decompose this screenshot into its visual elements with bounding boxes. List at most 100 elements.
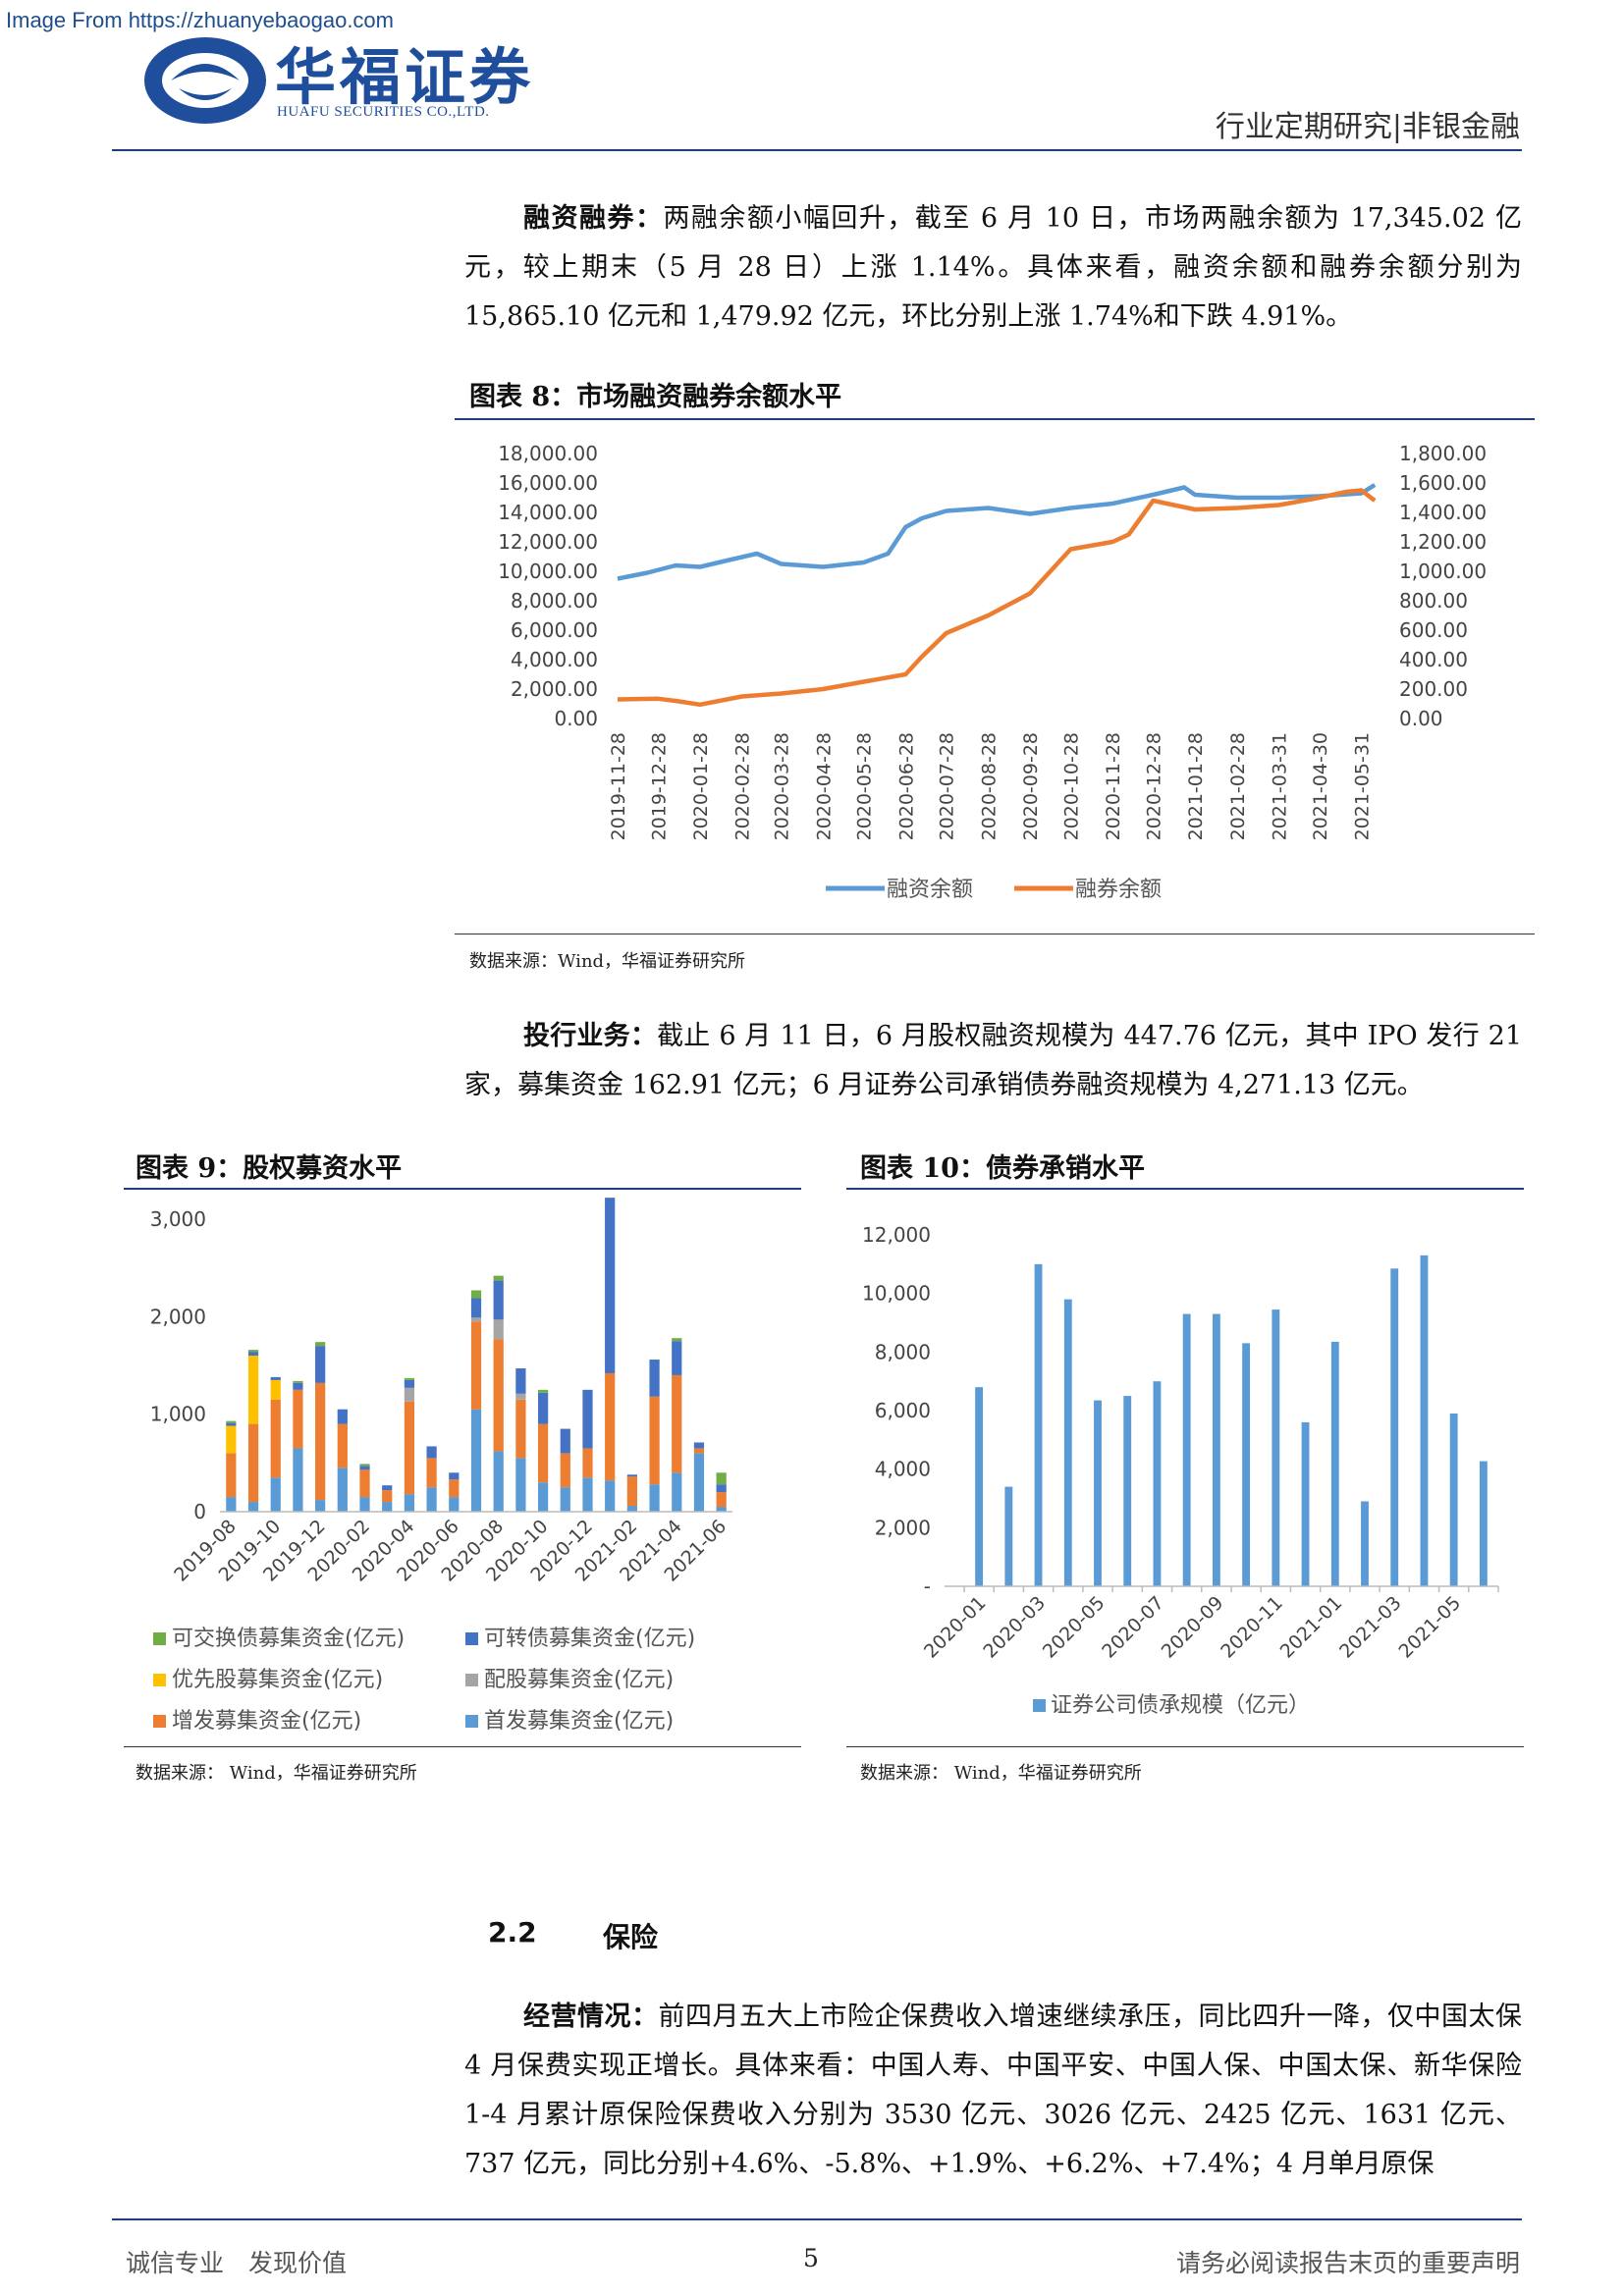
stacked-bar-segment <box>315 1382 326 1501</box>
stacked-bar-segment <box>404 1401 415 1495</box>
stacked-bar-segment <box>449 1472 460 1480</box>
stacked-bar-segment <box>270 1477 281 1512</box>
x-tick-label: 2020-05-28 <box>854 732 876 840</box>
x-tick-label: 2020-12-28 <box>1143 732 1164 840</box>
stacked-bar-segment <box>515 1458 526 1512</box>
y-left-tick-label: 0.00 <box>554 707 598 730</box>
stacked-bar-segment <box>515 1367 526 1394</box>
stacked-bar-segment <box>470 1298 482 1318</box>
stacked-bar-segment <box>315 1500 326 1512</box>
y-left-tick-label: 14,000.00 <box>498 501 598 524</box>
bar <box>1361 1501 1369 1586</box>
stacked-bar-segment <box>716 1472 727 1485</box>
x-tick-label: 2020-11 <box>1217 1592 1287 1663</box>
bar <box>1301 1421 1310 1586</box>
stacked-bar-segment <box>582 1448 593 1478</box>
legend-label: 可交换债募集资金(亿元) <box>172 1627 405 1651</box>
stacked-bar-segment <box>649 1396 660 1485</box>
stacked-bar-segment <box>470 1321 482 1410</box>
logo-chinese-name: 华福证券 <box>275 41 535 113</box>
y-tick-label: - <box>924 1575 931 1598</box>
stacked-bar-segment <box>582 1389 593 1449</box>
bar <box>1330 1341 1339 1586</box>
bar <box>1272 1309 1280 1586</box>
x-tick-label: 2020-01-28 <box>690 732 712 840</box>
y-left-tick-label: 16,000.00 <box>498 471 598 495</box>
x-tick-label: 2020-01 <box>920 1592 991 1663</box>
x-tick-label: 2021-01-28 <box>1185 732 1207 840</box>
x-tick-label: 2020-10-28 <box>1060 732 1082 840</box>
stacked-bar-segment <box>337 1423 348 1468</box>
stacked-bar-segment <box>537 1423 549 1483</box>
footer-slogan: 诚信专业 发现价值 <box>126 2249 348 2277</box>
y-left-tick-label: 12,000.00 <box>498 530 598 554</box>
bar <box>1212 1313 1220 1586</box>
figure-10-bottom-rule <box>846 1746 1524 1747</box>
stacked-bar-segment <box>560 1453 570 1488</box>
bar <box>1153 1381 1162 1586</box>
y-tick-label: 6,000 <box>875 1399 931 1422</box>
stacked-bar-segment <box>672 1338 682 1342</box>
x-tick-label: 2019-12-28 <box>648 732 670 840</box>
x-tick-label: 2020-08-28 <box>978 732 1000 840</box>
legend-label: 融资余额 <box>887 878 973 902</box>
figure-9-source: 数据来源： Wind，华福证券研究所 <box>135 1763 417 1784</box>
y-tick-label: 0 <box>193 1500 206 1523</box>
paragraph-lead: 投行业务： <box>523 1021 658 1051</box>
figure-8-top-rule <box>455 418 1535 420</box>
bar <box>1449 1413 1458 1586</box>
header-divider <box>112 149 1522 151</box>
section-number: 2.2 <box>488 1916 537 1949</box>
bar <box>975 1387 984 1586</box>
legend-label: 优先股募集资金(亿元) <box>172 1668 383 1692</box>
legend-label: 配股募集资金(亿元) <box>484 1668 674 1692</box>
stacked-bar-segment <box>247 1423 259 1503</box>
y-left-tick-label: 8,000.00 <box>511 589 598 613</box>
bond-underwriting-bar-chart: 12,000 10,000 8,000 6,000 4,000 2,000 -2020-01… <box>862 1223 1499 1718</box>
stacked-bar-segment <box>337 1409 348 1424</box>
stacked-bar-segment <box>672 1374 682 1473</box>
figure-10-top-rule <box>846 1188 1524 1190</box>
stacked-bar-segment <box>293 1389 303 1449</box>
stacked-bar-segment <box>626 1474 637 1477</box>
x-tick-label: 2019-11-28 <box>608 732 629 840</box>
stacked-bar-segment <box>247 1356 259 1424</box>
stacked-bar-segment <box>493 1319 504 1340</box>
y-right-tick-label: 600.00 <box>1399 618 1468 642</box>
y-right-tick-label: 800.00 <box>1399 589 1468 613</box>
stacked-bar-segment <box>605 1198 616 1373</box>
x-tick-label: 2021-04-30 <box>1310 732 1331 840</box>
stacked-bar-segment <box>226 1497 237 1512</box>
figure-8-source: 数据来源：Wind，华福证券研究所 <box>469 951 746 972</box>
y-tick-label: 8,000 <box>875 1340 931 1363</box>
stacked-bar-segment <box>382 1502 393 1512</box>
equity-financing-stacked-bar-chart: 3,0002,0001,00002019-082019-102019-12202… <box>150 1198 732 1734</box>
y-left-tick-label: 18,000.00 <box>498 442 598 465</box>
x-tick-label: 2021-01 <box>1276 1592 1347 1663</box>
x-tick-label: 2021-03 <box>1335 1592 1406 1663</box>
stacked-bar-segment <box>426 1446 437 1459</box>
legend-label: 首发募集资金(亿元) <box>484 1709 674 1734</box>
stacked-bar-segment <box>226 1420 237 1423</box>
stacked-bar-segment <box>470 1290 482 1299</box>
x-tick-label: 2021-03-31 <box>1269 732 1290 840</box>
bar <box>1390 1268 1399 1586</box>
legend-swatch <box>465 1715 478 1728</box>
y-tick-label: 3,000 <box>150 1207 206 1231</box>
x-tick-label: 2021-05 <box>1395 1592 1466 1663</box>
bar <box>1094 1400 1102 1586</box>
figure-9-bottom-rule <box>124 1746 801 1747</box>
y-tick-label: 10,000 <box>862 1282 931 1306</box>
x-tick-label: 2020-09 <box>1158 1592 1228 1663</box>
footer-disclaimer: 请务必阅读报告末页的重要声明 <box>1175 2249 1520 2277</box>
legend-label: 证券公司债承规模（亿元） <box>1051 1693 1310 1718</box>
stacked-bar-segment <box>672 1472 682 1512</box>
x-tick-label: 2021-02-28 <box>1227 732 1249 840</box>
stacked-bar-segment <box>247 1502 259 1512</box>
bar <box>1242 1343 1251 1586</box>
bar <box>1182 1313 1191 1586</box>
bar <box>1063 1299 1072 1586</box>
x-tick-label: 2020-02-28 <box>732 732 754 840</box>
series-line <box>617 488 1377 708</box>
stacked-bar-segment <box>382 1485 393 1491</box>
